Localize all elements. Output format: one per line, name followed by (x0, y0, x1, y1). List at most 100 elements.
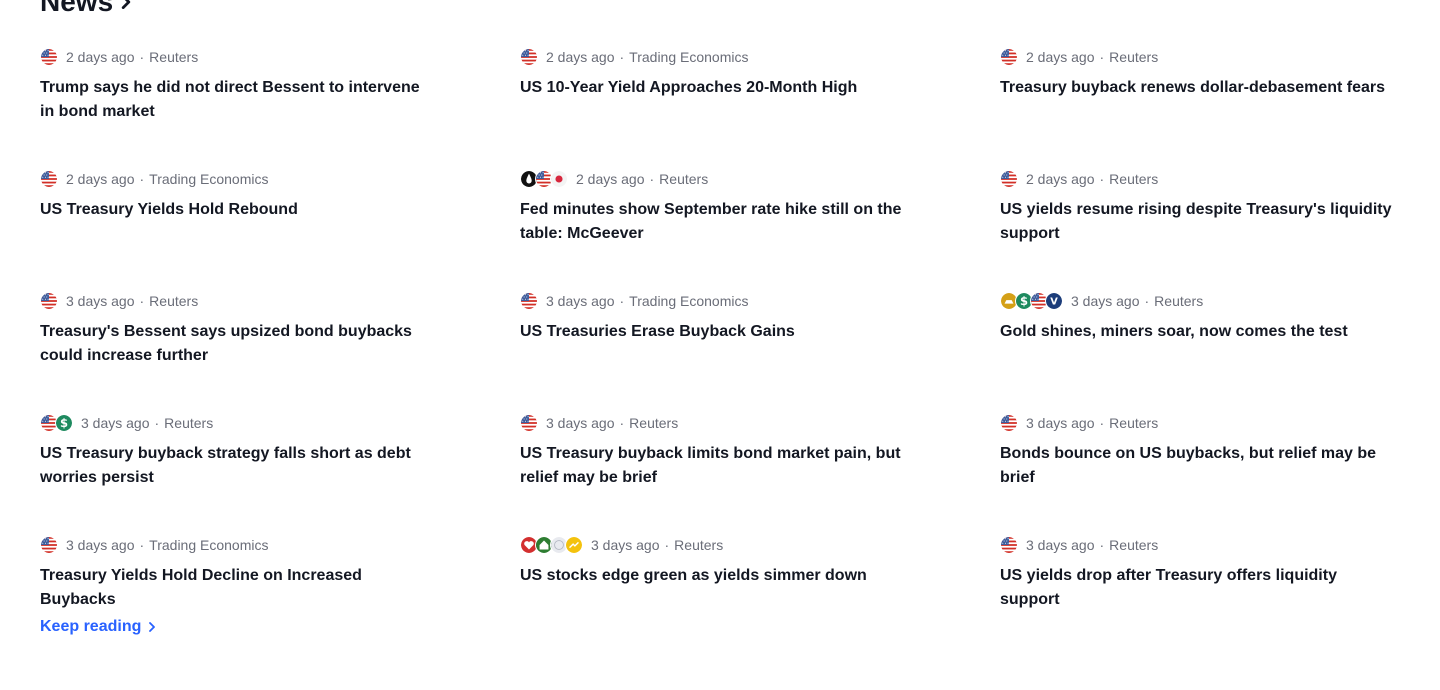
news-card[interactable]: 3 days ago · Reuters Bonds bounce on US buy… (1000, 410, 1396, 532)
news-meta: 3 days ago · Reuters (520, 532, 916, 558)
news-time: 3 days ago (1071, 293, 1140, 309)
news-meta: 3 days ago · Trading Economics (40, 532, 436, 558)
separator-dot: · (139, 537, 145, 553)
news-headline[interactable]: US stocks edge green as yields simmer do… (520, 564, 916, 588)
news-source: Reuters (149, 49, 199, 65)
news-icons: $ V (1000, 292, 1063, 310)
news-card[interactable]: 2 days ago · Reuters Trump says he did not … (40, 44, 436, 166)
news-time: 3 days ago (546, 415, 615, 431)
news-card[interactable]: 3 days ago · Reuters US yields drop after T… (1000, 532, 1396, 654)
chart-up-icon (565, 536, 583, 554)
news-headline[interactable]: US yields drop after Treasury offers liq… (1000, 564, 1396, 612)
flag-us-icon (520, 292, 538, 310)
news-card[interactable]: 2 days ago · Trading Economics US Treasury … (40, 166, 436, 288)
news-headline[interactable]: US Treasury Yields Hold Rebound (40, 198, 436, 222)
news-headline[interactable]: Treasury Yields Hold Decline on Increase… (40, 564, 436, 612)
news-icons (40, 536, 58, 554)
news-meta: $ V 3 days ago · Reuters (1000, 288, 1396, 314)
news-time: 2 days ago (1026, 171, 1095, 187)
separator-dot: · (139, 293, 145, 309)
flag-us-icon (1000, 170, 1018, 188)
separator-dot: · (1144, 293, 1150, 309)
flag-us-icon (1000, 414, 1018, 432)
news-headline[interactable]: US Treasuries Erase Buyback Gains (520, 320, 916, 344)
chevron-right-icon (149, 622, 156, 632)
news-icons (1000, 536, 1018, 554)
news-card[interactable]: $3 days ago · Reuters US Treasury buyback s… (40, 410, 436, 532)
news-headline[interactable]: US Treasury buyback strategy falls short… (40, 442, 436, 490)
news-time: 3 days ago (66, 537, 135, 553)
news-time: 3 days ago (591, 537, 660, 553)
news-icons (520, 414, 538, 432)
news-header-link[interactable]: News (40, 0, 133, 18)
news-icons (1000, 48, 1018, 66)
news-headline[interactable]: US yields resume rising despite Treasury… (1000, 198, 1396, 246)
news-card[interactable]: $ V 3 days ago · Reuters Gold shines, miners … (1000, 288, 1396, 410)
flag-jp-icon (550, 170, 568, 188)
news-meta: 3 days ago · Reuters (40, 288, 436, 314)
keep-reading-link[interactable]: Keep reading (40, 618, 157, 636)
news-meta: 3 days ago · Reuters (1000, 532, 1396, 558)
news-headline[interactable]: Bonds bounce on US buybacks, but relief … (1000, 442, 1396, 490)
separator-dot: · (139, 49, 145, 65)
news-time: 2 days ago (66, 171, 135, 187)
separator-dot: · (619, 293, 625, 309)
news-card[interactable]: 3 days ago · Reuters US Treasury buyback li… (520, 410, 916, 532)
news-title: News (40, 0, 114, 17)
news-card[interactable]: 3 days ago · Trading Economics US Treasurie… (520, 288, 916, 410)
news-card[interactable]: 2 days ago · Trading Economics US 10-Year Y… (520, 44, 916, 166)
news-source: Trading Economics (149, 171, 269, 187)
news-icons (1000, 414, 1018, 432)
news-icons (520, 536, 583, 554)
news-card[interactable]: 3 days ago · Reuters US stocks edge green a… (520, 532, 916, 654)
news-headline[interactable]: US 10-Year Yield Approaches 20-Month Hig… (520, 76, 916, 100)
separator-dot: · (619, 49, 625, 65)
flag-us-icon (40, 48, 58, 66)
news-icons: $ (40, 414, 73, 432)
news-source: Reuters (674, 537, 724, 553)
keep-reading-label: Keep reading (40, 618, 142, 635)
news-headline[interactable]: Fed minutes show September rate hike sti… (520, 198, 916, 246)
news-headline[interactable]: Treasury buyback renews dollar-debasemen… (1000, 76, 1396, 100)
separator-dot: · (1099, 415, 1105, 431)
news-meta: 2 days ago · Trading Economics (40, 166, 436, 192)
news-meta: 2 days ago · Reuters (40, 44, 436, 70)
news-card[interactable]: 2 days ago · Reuters US yields resume risin… (1000, 166, 1396, 288)
flag-us-icon (520, 48, 538, 66)
news-source: Reuters (149, 293, 199, 309)
v-icon: V (1045, 292, 1063, 310)
news-meta: 2 days ago · Reuters (520, 166, 916, 192)
news-time: 3 days ago (1026, 537, 1095, 553)
news-time: 2 days ago (66, 49, 135, 65)
svg-text:V: V (1050, 297, 1058, 308)
news-time: 2 days ago (576, 171, 645, 187)
flag-us-icon (1000, 536, 1018, 554)
news-time: 3 days ago (1026, 415, 1095, 431)
news-card[interactable]: 2 days ago · Reuters Fed minutes show Septe… (520, 166, 916, 288)
news-source: Reuters (1109, 537, 1159, 553)
news-headline[interactable]: Treasury's Bessent says upsized bond buy… (40, 320, 436, 368)
news-source: Reuters (1154, 293, 1204, 309)
news-icons (40, 170, 58, 188)
news-meta: 3 days ago · Reuters (520, 410, 916, 436)
news-card[interactable]: 3 days ago · Reuters Treasury's Bessent say… (40, 288, 436, 410)
news-time: 3 days ago (66, 293, 135, 309)
news-meta: 2 days ago · Reuters (1000, 166, 1396, 192)
news-source: Reuters (1109, 171, 1159, 187)
news-card[interactable]: 2 days ago · Reuters Treasury buyback renew… (1000, 44, 1396, 166)
separator-dot: · (619, 415, 625, 431)
news-icons (40, 292, 58, 310)
news-headline[interactable]: Gold shines, miners soar, now comes the … (1000, 320, 1396, 344)
news-headline[interactable]: US Treasury buyback limits bond market p… (520, 442, 916, 490)
separator-dot: · (154, 415, 160, 431)
news-meta: 3 days ago · Trading Economics (520, 288, 916, 314)
flag-us-icon (40, 292, 58, 310)
separator-dot: · (1099, 171, 1105, 187)
news-source: Trading Economics (149, 537, 269, 553)
flag-us-icon (40, 536, 58, 554)
news-icons (1000, 170, 1018, 188)
news-headline[interactable]: Trump says he did not direct Bessent to … (40, 76, 436, 124)
news-icons (40, 48, 58, 66)
news-icons (520, 48, 538, 66)
news-meta: 2 days ago · Reuters (1000, 44, 1396, 70)
